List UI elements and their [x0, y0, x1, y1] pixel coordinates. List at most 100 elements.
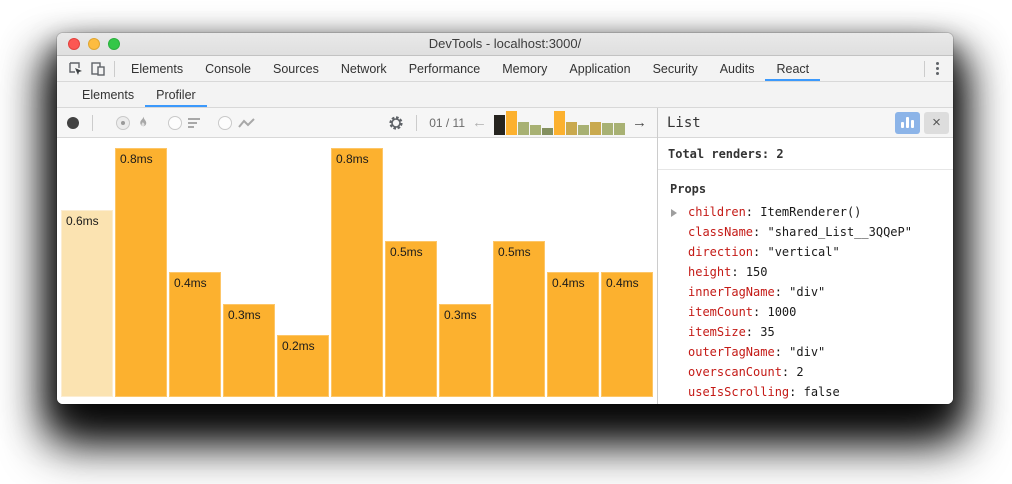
prop-key: itemCount: [688, 305, 753, 319]
commit-bar-8[interactable]: 0.3ms: [439, 304, 491, 397]
snapshot-thumb-6[interactable]: [554, 111, 565, 135]
prop-value: 150: [746, 265, 768, 279]
commit-bar-label: 0.8ms: [120, 152, 153, 166]
inspect-element-icon[interactable]: [65, 59, 87, 79]
prop-row-innerTagName: innerTagName: "div": [658, 282, 953, 302]
prop-value: "vertical": [767, 245, 839, 259]
commit-bar-label: 0.5ms: [498, 245, 531, 259]
tab-memory[interactable]: Memory: [491, 56, 558, 81]
record-icon[interactable]: [67, 117, 79, 129]
tab-application[interactable]: Application: [558, 56, 641, 81]
gear-icon[interactable]: [388, 115, 404, 131]
component-details-panel: List × Total renders: 2 Props children: …: [657, 108, 953, 404]
main-tabs: ElementsConsoleSourcesNetworkPerformance…: [120, 56, 820, 81]
more-options-icon[interactable]: [930, 62, 945, 75]
prop-value: false: [804, 385, 840, 399]
tab-audits[interactable]: Audits: [709, 56, 766, 81]
component-name: List: [667, 115, 891, 131]
render-duration-chart: 0.6ms0.8ms0.4ms0.3ms0.2ms0.8ms0.5ms0.3ms…: [57, 138, 657, 404]
component-details-body: Total renders: 2 Props children: ItemRen…: [658, 138, 953, 404]
window-title: DevTools - localhost:3000/: [57, 33, 953, 55]
devtools-tab-bar: ElementsConsoleSourcesNetworkPerformance…: [57, 56, 953, 82]
tab-performance[interactable]: Performance: [398, 56, 492, 81]
total-renders-value: 2: [776, 147, 783, 161]
prop-key: children: [688, 205, 746, 219]
prop-row-itemCount: itemCount: 1000: [658, 302, 953, 322]
divider: [416, 115, 417, 131]
prop-value: "div": [789, 285, 825, 299]
snapshot-thumb-10[interactable]: [602, 123, 613, 135]
commit-bar-7[interactable]: 0.5ms: [385, 241, 437, 397]
prop-key: direction: [688, 245, 753, 259]
total-renders: Total renders: 2: [658, 138, 953, 170]
prop-key: outerTagName: [688, 345, 775, 359]
prop-key: className: [688, 225, 753, 239]
prop-row-outerTagName: outerTagName: "div": [658, 342, 953, 362]
snapshot-thumb-11[interactable]: [614, 123, 625, 135]
subtab-profiler[interactable]: Profiler: [145, 82, 207, 107]
prop-value: "div": [789, 345, 825, 359]
tab-console[interactable]: Console: [194, 56, 262, 81]
prop-key: overscanCount: [688, 365, 782, 379]
commit-bar-label: 0.3ms: [228, 308, 261, 322]
snapshot-thumb-2[interactable]: [506, 111, 517, 135]
snapshot-thumb-3[interactable]: [518, 122, 529, 135]
devtools-window: DevTools - localhost:3000/ ElementsConso…: [57, 33, 953, 404]
commit-bar-9[interactable]: 0.5ms: [493, 241, 545, 397]
device-toolbar-icon[interactable]: [87, 59, 109, 79]
divider: [924, 61, 925, 77]
commit-bar-label: 0.2ms: [282, 339, 315, 353]
flamegraph-radio[interactable]: [116, 116, 130, 130]
subtab-elements[interactable]: Elements: [71, 82, 145, 107]
tab-network[interactable]: Network: [330, 56, 398, 81]
snapshot-thumb-8[interactable]: [578, 125, 589, 135]
tab-react[interactable]: React: [765, 56, 820, 81]
profiler-toolbar: 01 / 11 ← →: [57, 108, 657, 138]
tab-elements[interactable]: Elements: [120, 56, 194, 81]
total-renders-label: Total renders:: [668, 147, 769, 161]
tab-sources[interactable]: Sources: [262, 56, 330, 81]
prop-value: 1000: [767, 305, 796, 319]
interactions-radio[interactable]: [218, 116, 232, 130]
props-list: children: ItemRenderer()className: "shar…: [658, 202, 953, 404]
prop-value: "shared_List__3QQeP": [767, 225, 912, 239]
prop-key: useIsScrolling: [688, 385, 789, 399]
next-snapshot-icon[interactable]: →: [632, 115, 647, 130]
sub-tabs: ElementsProfiler: [71, 82, 207, 107]
interactions-icon: [238, 117, 256, 129]
prop-key: itemSize: [688, 325, 746, 339]
snapshot-counter: 01 / 11: [429, 116, 465, 130]
snapshot-thumb-5[interactable]: [542, 128, 553, 135]
commit-bar-11[interactable]: 0.4ms: [601, 272, 653, 397]
commit-bar-5[interactable]: 0.2ms: [277, 335, 329, 397]
view-renders-chart-button[interactable]: [895, 112, 920, 134]
expand-triangle-icon[interactable]: [671, 209, 677, 217]
snapshot-thumb-7[interactable]: [566, 122, 577, 135]
prop-row-height: height: 150: [658, 262, 953, 282]
commit-bar-2[interactable]: 0.8ms: [115, 148, 167, 397]
commit-bar-1[interactable]: 0.6ms: [61, 210, 113, 397]
snapshot-thumbnails: [494, 111, 625, 135]
prop-row-children[interactable]: children: ItemRenderer(): [658, 202, 953, 222]
commit-bar-label: 0.4ms: [552, 276, 585, 290]
titlebar: DevTools - localhost:3000/: [57, 33, 953, 56]
commit-bar-6[interactable]: 0.8ms: [331, 148, 383, 397]
commit-bar-label: 0.3ms: [444, 308, 477, 322]
commit-bar-4[interactable]: 0.3ms: [223, 304, 275, 397]
commit-bar-10[interactable]: 0.4ms: [547, 272, 599, 397]
snapshot-thumb-9[interactable]: [590, 122, 601, 135]
prop-row-useIsScrolling: useIsScrolling: false: [658, 382, 953, 402]
prop-value: 2: [796, 365, 803, 379]
prop-row-width: width: 300: [658, 402, 953, 404]
commit-bar-3[interactable]: 0.4ms: [169, 272, 221, 397]
flame-icon: [136, 116, 150, 130]
tab-security[interactable]: Security: [642, 56, 709, 81]
prop-row-direction: direction: "vertical": [658, 242, 953, 262]
snapshot-thumb-4[interactable]: [530, 125, 541, 135]
snapshot-thumb-1[interactable]: [494, 115, 505, 135]
previous-snapshot-icon[interactable]: ←: [472, 115, 487, 130]
ranked-radio[interactable]: [168, 116, 182, 130]
close-details-icon[interactable]: ×: [924, 112, 949, 134]
divider: [92, 115, 93, 131]
commit-bar-label: 0.6ms: [66, 214, 99, 228]
